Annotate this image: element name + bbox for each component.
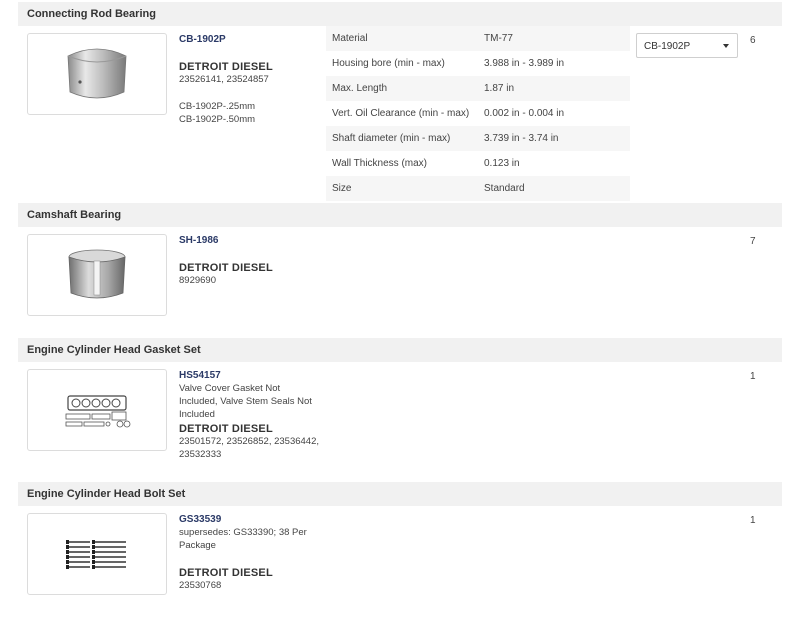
- part-number-link[interactable]: CB-1902P: [179, 34, 226, 45]
- section-header-connecting-rod-bearing: Connecting Rod Bearing: [18, 2, 782, 26]
- oem-numbers: 23501572, 23526852, 23536442, 23532333: [179, 436, 319, 460]
- variant-select[interactable]: CB-1902P: [636, 33, 738, 58]
- parts-list: Connecting Rod Bearing CB-1902P DETROIT …: [0, 0, 800, 617]
- section-header-head-bolt-set: Engine Cylinder Head Bolt Set: [18, 482, 782, 506]
- camshaft-bearing-image: [68, 249, 126, 299]
- bearing-shell-image: [67, 48, 127, 99]
- brand-name: DETROIT DIESEL: [179, 262, 273, 274]
- spec-row-size: Size Standard: [326, 176, 630, 201]
- spec-row-wall-thickness: Wall Thickness (max) 0.123 in: [326, 151, 630, 176]
- oem-numbers: 23526141, 23524857: [179, 74, 269, 85]
- part-note: supersedes: GS33390; 38 Per Package: [179, 527, 307, 551]
- spec-value: TM-77: [484, 33, 513, 44]
- spec-value: Standard: [484, 183, 525, 194]
- spec-row-shaft-diameter: Shaft diameter (min - max) 3.739 in - 3.…: [326, 126, 630, 151]
- spec-label: Size: [332, 183, 352, 194]
- product-image-head-bolt-set[interactable]: [27, 513, 167, 595]
- quantity: 1: [750, 371, 756, 382]
- spec-value: 3.988 in - 3.989 in: [484, 58, 565, 69]
- spec-value: 0.002 in - 0.004 in: [484, 108, 565, 119]
- product-image-camshaft-bearing[interactable]: [27, 234, 167, 316]
- spec-value: 3.739 in - 3.74 in: [484, 133, 559, 144]
- part-note: Valve Cover Gasket Not Included, Valve S…: [179, 383, 312, 420]
- chevron-down-icon: [723, 44, 729, 48]
- part-number-link[interactable]: SH-1986: [179, 235, 218, 246]
- quantity: 6: [750, 35, 756, 46]
- spec-label: Housing bore (min - max): [332, 58, 445, 69]
- oem-numbers: 8929690: [179, 275, 216, 286]
- brand-name: DETROIT DIESEL: [179, 567, 273, 579]
- variant-select-value: CB-1902P: [644, 41, 691, 52]
- brand-name: DETROIT DIESEL: [179, 423, 273, 435]
- spec-label: Max. Length: [332, 83, 388, 94]
- gasket-set-image: [65, 395, 131, 428]
- spec-value: 0.123 in: [484, 158, 520, 169]
- spec-value: 1.87 in: [484, 83, 515, 94]
- bolt-set-image: [66, 540, 126, 569]
- spec-row-max-length: Max. Length 1.87 in: [326, 76, 630, 101]
- spec-row-housing-bore: Housing bore (min - max) 3.988 in - 3.98…: [326, 51, 630, 76]
- spec-row-oil-clearance: Vert. Oil Clearance (min - max) 0.002 in…: [326, 101, 630, 126]
- spec-label: Wall Thickness (max): [332, 158, 428, 169]
- spec-row-material: Material TM-77: [326, 26, 630, 51]
- oem-numbers: 23530768: [179, 580, 222, 591]
- brand-name: DETROIT DIESEL: [179, 61, 273, 73]
- section-header-head-gasket-set: Engine Cylinder Head Gasket Set: [18, 338, 782, 362]
- spec-label: Vert. Oil Clearance (min - max): [332, 108, 470, 119]
- spec-label: Shaft diameter (min - max): [332, 133, 451, 144]
- product-image-head-gasket-set[interactable]: [27, 369, 167, 451]
- spec-label: Material: [332, 33, 368, 44]
- variant-list: CB-1902P-.25mm CB-1902P-.50mm: [179, 101, 256, 125]
- quantity: 7: [750, 236, 756, 247]
- part-number-link[interactable]: GS33539: [179, 514, 221, 525]
- product-image-connecting-rod-bearing[interactable]: [27, 33, 167, 115]
- quantity: 1: [750, 515, 756, 526]
- section-header-camshaft-bearing: Camshaft Bearing: [18, 203, 782, 227]
- part-number-link[interactable]: HS54157: [179, 370, 221, 381]
